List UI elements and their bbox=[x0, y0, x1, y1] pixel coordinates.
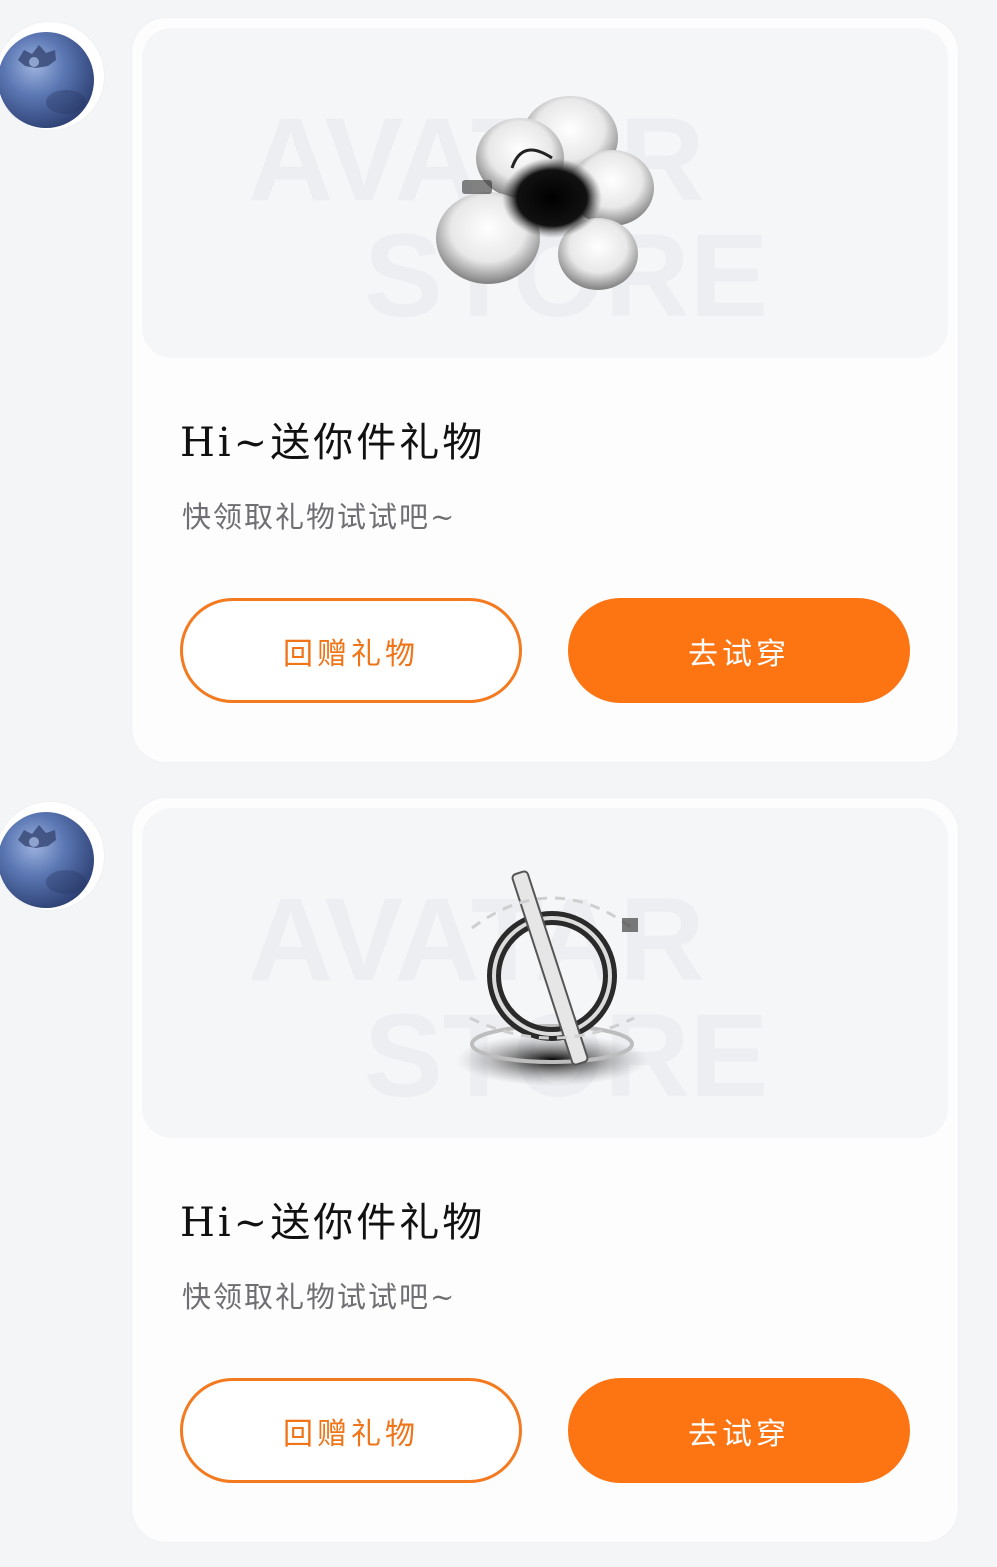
gift-message-feed: AVATAR STORE bbox=[0, 0, 997, 1567]
flower-hair-clip-icon bbox=[436, 96, 654, 290]
gift-preview[interactable]: AVATAR STORE bbox=[142, 808, 948, 1138]
gift-message: AVATAR STORE bbox=[0, 18, 997, 768]
avatar[interactable] bbox=[0, 802, 104, 910]
gift-preview[interactable]: AVATAR STORE bbox=[142, 28, 948, 358]
gift-title: Hi~送你件礼物 bbox=[180, 1200, 486, 1246]
try-on-button[interactable]: 去试穿 bbox=[568, 598, 910, 703]
gift-card: AVATAR STORE bbox=[132, 18, 958, 762]
return-gift-button[interactable]: 回赠礼物 bbox=[180, 1378, 522, 1483]
gift-subtitle: 快领取礼物试试吧~ bbox=[182, 1280, 457, 1314]
gift-message: AVATAR STORE bbox=[0, 798, 997, 1548]
gift-subtitle: 快领取礼物试试吧~ bbox=[182, 500, 457, 534]
return-gift-button[interactable]: 回赠礼物 bbox=[180, 598, 522, 703]
gift-card: AVATAR STORE bbox=[132, 798, 958, 1542]
try-on-button[interactable]: 去试穿 bbox=[568, 1378, 910, 1483]
crystal-ring-emblem-icon bbox=[456, 870, 648, 1086]
gift-title: Hi~送你件礼物 bbox=[180, 420, 486, 466]
avatar[interactable] bbox=[0, 22, 104, 130]
